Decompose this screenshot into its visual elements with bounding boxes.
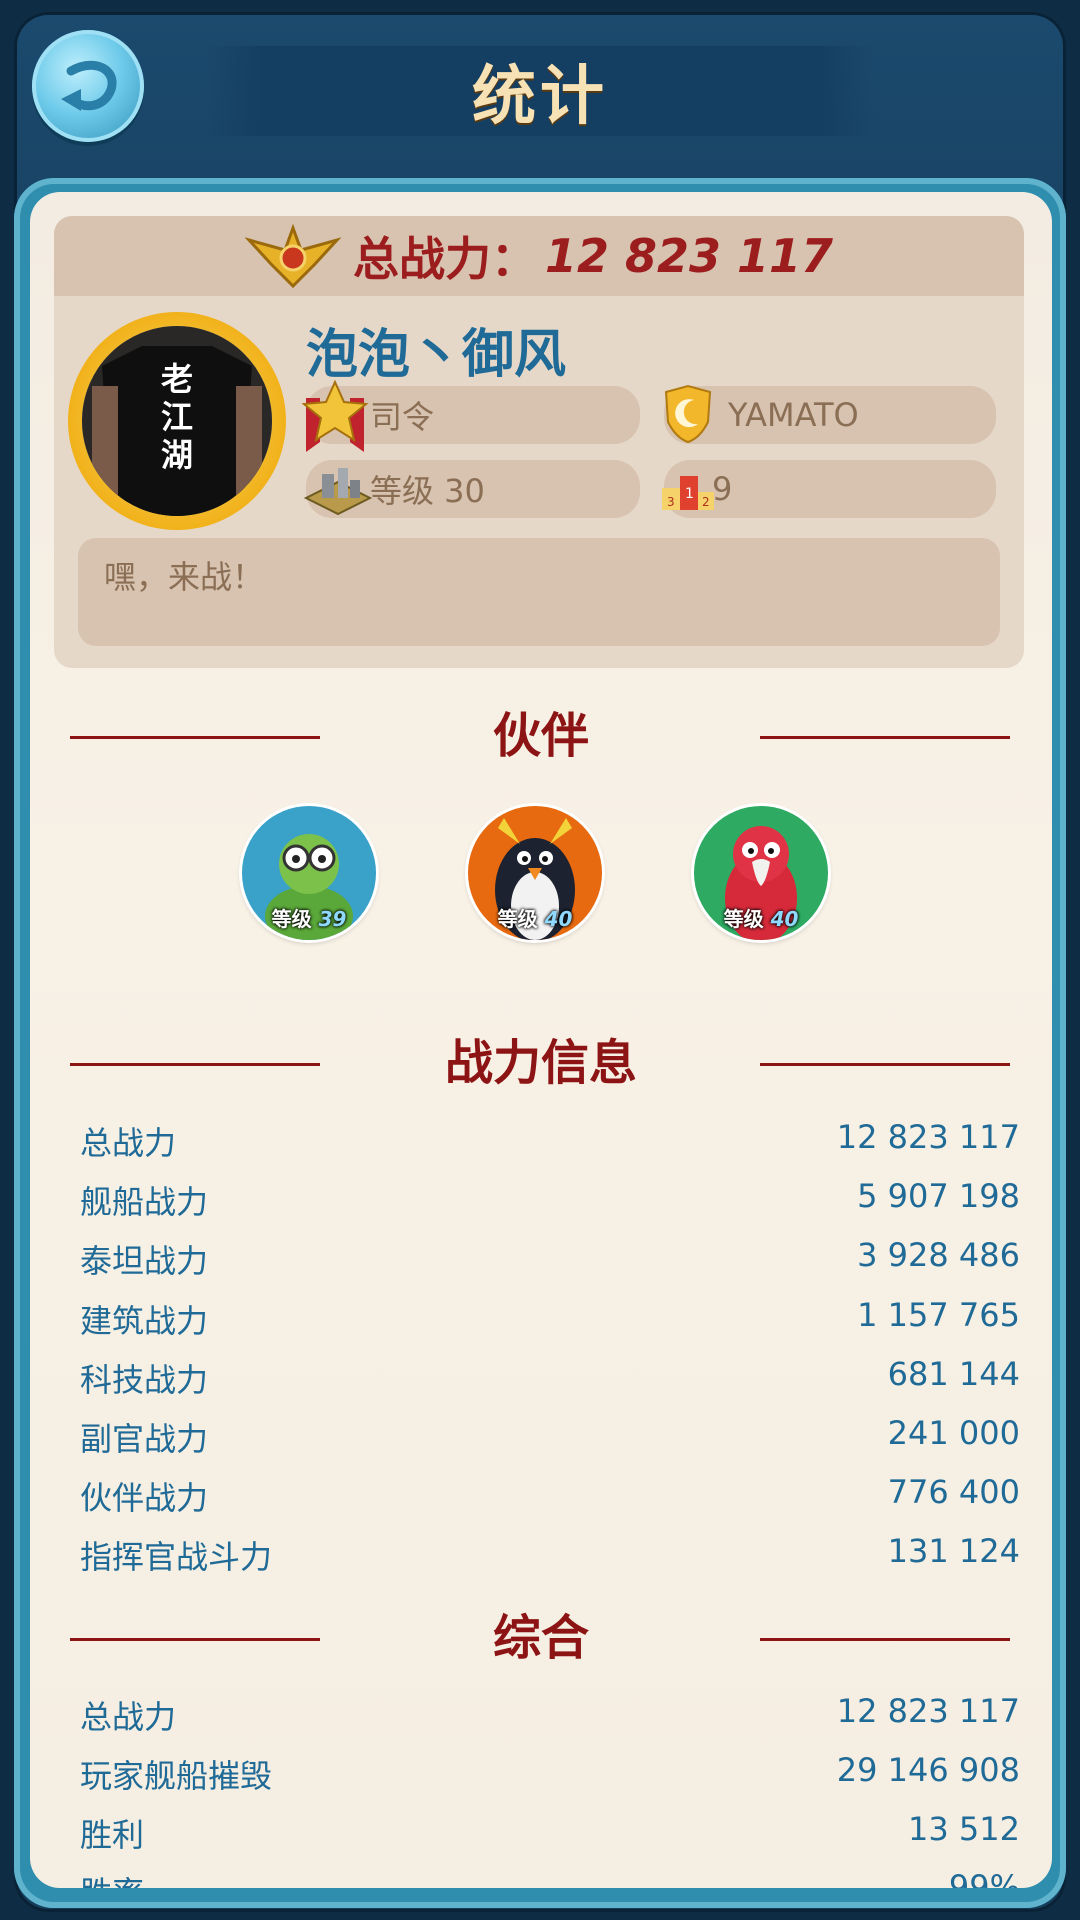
back-button[interactable] [32, 30, 144, 142]
summary-row-value: 29 146 908 [836, 1751, 1020, 1789]
partner-turtle[interactable]: 等级 39 [242, 806, 376, 940]
player-name: 泡泡丶御风 [306, 325, 567, 385]
total-power-value: 12 823 117 [544, 229, 834, 283]
partners-section-header: 伙伴 [30, 706, 1052, 766]
power-row-label: 总战力 [80, 1124, 177, 1162]
power-info-section-header: 战力信息 [30, 1033, 1052, 1093]
alliance-pill[interactable]: YAMATO [664, 384, 996, 444]
back-arrow-icon [61, 60, 117, 111]
power-row-value: 131 124 [887, 1532, 1020, 1570]
svg-text:1: 1 [685, 486, 694, 502]
summary-row: 胜利 13 512 [80, 1810, 1020, 1860]
power-row-label: 伙伴战力 [80, 1479, 209, 1517]
summary-row-label: 总战力 [80, 1698, 177, 1736]
power-row-label: 科技战力 [80, 1361, 209, 1399]
svg-text:2: 2 [702, 495, 710, 509]
power-row: 总战力 12 823 117 [80, 1118, 1020, 1168]
title-bar: 统计 [206, 46, 874, 136]
partner-level: 等级 40 [497, 907, 573, 931]
power-row: 指挥官战斗力 131 124 [80, 1532, 1020, 1582]
power-row-value: 12 823 117 [836, 1118, 1020, 1156]
partner-penguin[interactable]: 等级 40 [468, 806, 602, 940]
power-row-label: 泰坦战力 [80, 1242, 209, 1280]
power-row-label: 舰船战力 [80, 1183, 209, 1221]
rank-label: 司令 [370, 398, 435, 436]
power-row-label: 副官战力 [80, 1420, 209, 1458]
summary-row-value: 13 512 [908, 1810, 1020, 1848]
alliance-name: YAMATO [728, 396, 859, 434]
avatar[interactable]: 老江湖 [68, 312, 286, 530]
power-row: 科技战力 681 144 [80, 1355, 1020, 1405]
power-row-value: 241 000 [887, 1414, 1020, 1452]
divider-line [760, 1063, 1010, 1066]
summary-section-header: 综合 [30, 1608, 1052, 1668]
base-level-icon [303, 468, 373, 516]
summary-row-label: 胜利 [80, 1816, 145, 1854]
total-power-label: 总战力： [352, 232, 537, 286]
partner-parrot[interactable]: 等级 40 [694, 806, 828, 940]
alliance-shield-icon [664, 384, 712, 444]
power-row-value: 681 144 [887, 1355, 1020, 1393]
player-level: 等级 30 [370, 472, 485, 510]
trophy-pill: 3 1 2 9 [662, 460, 996, 518]
summary-row-value: 12 823 117 [836, 1692, 1020, 1730]
svg-text:3: 3 [667, 495, 675, 509]
page-title: 统计 [472, 60, 608, 134]
total-power-header: 总战力： 12 823 117 [54, 216, 1024, 296]
power-row: 泰坦战力 3 928 486 [80, 1236, 1020, 1286]
summary-row-label: 胜率 [80, 1868, 144, 1888]
profile-card: 总战力： 12 823 117 老江湖 泡泡丶御风 司令 YAMATO 等级 3… [54, 216, 1024, 668]
rank-pill: 司令 [301, 379, 640, 452]
summary-row: 胜率 99% [80, 1868, 1020, 1888]
power-row: 伙伴战力 776 400 [80, 1473, 1020, 1523]
avatar-shirt-text: 老江湖 [160, 360, 193, 474]
power-row-value: 5 907 198 [857, 1177, 1020, 1215]
rank-medal-icon [301, 379, 369, 452]
avatar-image: 老江湖 [82, 326, 272, 516]
power-row: 舰船战力 5 907 198 [80, 1177, 1020, 1227]
partner-level: 等级 39 [271, 907, 347, 931]
divider-line [760, 1638, 1010, 1641]
power-row-value: 3 928 486 [857, 1236, 1020, 1274]
eagle-emblem-icon [244, 223, 341, 289]
summary-row-value: 99% [948, 1868, 1020, 1888]
partner-level: 等级 40 [723, 907, 799, 931]
level-pill: 等级 30 [303, 460, 640, 518]
summary-row-label: 玩家舰船摧毁 [80, 1757, 273, 1795]
summary-row: 总战力 12 823 117 [80, 1692, 1020, 1742]
power-row: 建筑战力 1 157 765 [80, 1296, 1020, 1346]
motto-box: 嘿，来战！ [78, 538, 1000, 646]
power-row-label: 建筑战力 [80, 1302, 209, 1340]
stats-content[interactable]: 总战力： 12 823 117 老江湖 泡泡丶御风 司令 YAMATO 等级 3… [30, 192, 1052, 1888]
divider-line [760, 736, 1010, 739]
power-row-value: 1 157 765 [857, 1296, 1020, 1334]
motto-text: 嘿，来战！ [104, 558, 265, 596]
power-row-value: 776 400 [887, 1473, 1020, 1511]
podium-icon: 3 1 2 [662, 476, 714, 510]
summary-row: 玩家舰船摧毁 29 146 908 [80, 1751, 1020, 1801]
power-row: 副官战力 241 000 [80, 1414, 1020, 1464]
power-row-label: 指挥官战斗力 [80, 1538, 273, 1576]
